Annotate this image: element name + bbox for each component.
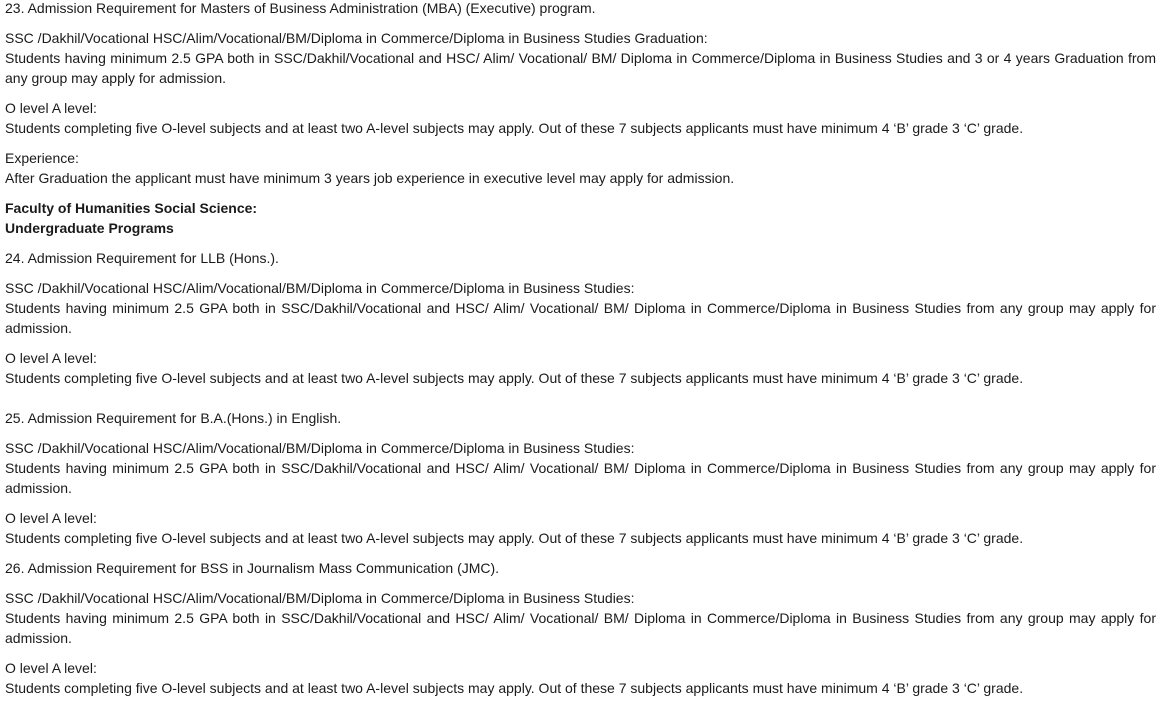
bss-jmc-ssc-text: Students having minimum 2.5 GPA both in … bbox=[5, 610, 1156, 646]
bss-jmc-olevel-text: Students completing five O-level subject… bbox=[5, 680, 1024, 696]
mba-exec-experience-heading: Experience: bbox=[5, 150, 79, 166]
llb-ssc-requirement: SSC /Dakhil/Vocational HSC/Alim/Vocation… bbox=[5, 278, 1156, 338]
ba-english-olevel-requirement: O level A level: Students completing fiv… bbox=[5, 508, 1156, 548]
llb-olevel-text: Students completing five O-level subject… bbox=[5, 370, 1024, 386]
bss-jmc-olevel-heading: O level A level: bbox=[5, 660, 97, 676]
llb-olevel-requirement: O level A level: Students completing fiv… bbox=[5, 348, 1156, 388]
ba-english-ssc-text: Students having minimum 2.5 GPA both in … bbox=[5, 460, 1156, 496]
mba-exec-experience-requirement: Experience: After Graduation the applica… bbox=[5, 148, 1156, 188]
mba-exec-olevel-requirement: O level A level: Students completing fiv… bbox=[5, 98, 1156, 138]
mba-exec-olevel-heading: O level A level: bbox=[5, 100, 97, 116]
ba-english-ssc-requirement: SSC /Dakhil/Vocational HSC/Alim/Vocation… bbox=[5, 438, 1156, 498]
llb-title: 24. Admission Requirement for LLB (Hons.… bbox=[5, 250, 279, 266]
document-content: 23. Admission Requirement for Masters of… bbox=[0, 0, 1164, 698]
ba-english-olevel-text: Students completing five O-level subject… bbox=[5, 530, 1024, 546]
faculty-heading: Faculty of Humanities Social Science: Un… bbox=[5, 198, 1156, 238]
mba-exec-ssc-requirement: SSC /Dakhil/Vocational HSC/Alim/Vocation… bbox=[5, 28, 1156, 88]
mba-exec-experience-text: After Graduation the applicant must have… bbox=[5, 170, 735, 186]
mba-exec-olevel-text: Students completing five O-level subject… bbox=[5, 120, 1024, 136]
bss-jmc-ssc-requirement: SSC /Dakhil/Vocational HSC/Alim/Vocation… bbox=[5, 588, 1156, 648]
llb-ssc-text: Students having minimum 2.5 GPA both in … bbox=[5, 300, 1156, 336]
ba-english-olevel-heading: O level A level: bbox=[5, 510, 97, 526]
bss-jmc-olevel-requirement: O level A level: Students completing fiv… bbox=[5, 658, 1156, 698]
mba-exec-ssc-text: Students having minimum 2.5 GPA both in … bbox=[5, 50, 1156, 86]
ba-english-title: 25. Admission Requirement for B.A.(Hons.… bbox=[5, 410, 342, 426]
bss-jmc-title: 26. Admission Requirement for BSS in Jou… bbox=[5, 560, 500, 576]
faculty-subheading: Undergraduate Programs bbox=[5, 220, 174, 236]
bss-jmc-ssc-heading: SSC /Dakhil/Vocational HSC/Alim/Vocation… bbox=[5, 590, 635, 606]
mba-exec-ssc-heading: SSC /Dakhil/Vocational HSC/Alim/Vocation… bbox=[5, 30, 708, 46]
llb-ssc-heading: SSC /Dakhil/Vocational HSC/Alim/Vocation… bbox=[5, 280, 635, 296]
mba-exec-title: 23. Admission Requirement for Masters of… bbox=[5, 0, 596, 16]
llb-olevel-heading: O level A level: bbox=[5, 350, 97, 366]
ba-english-ssc-heading: SSC /Dakhil/Vocational HSC/Alim/Vocation… bbox=[5, 440, 635, 456]
faculty-name: Faculty of Humanities Social Science: bbox=[5, 200, 258, 216]
